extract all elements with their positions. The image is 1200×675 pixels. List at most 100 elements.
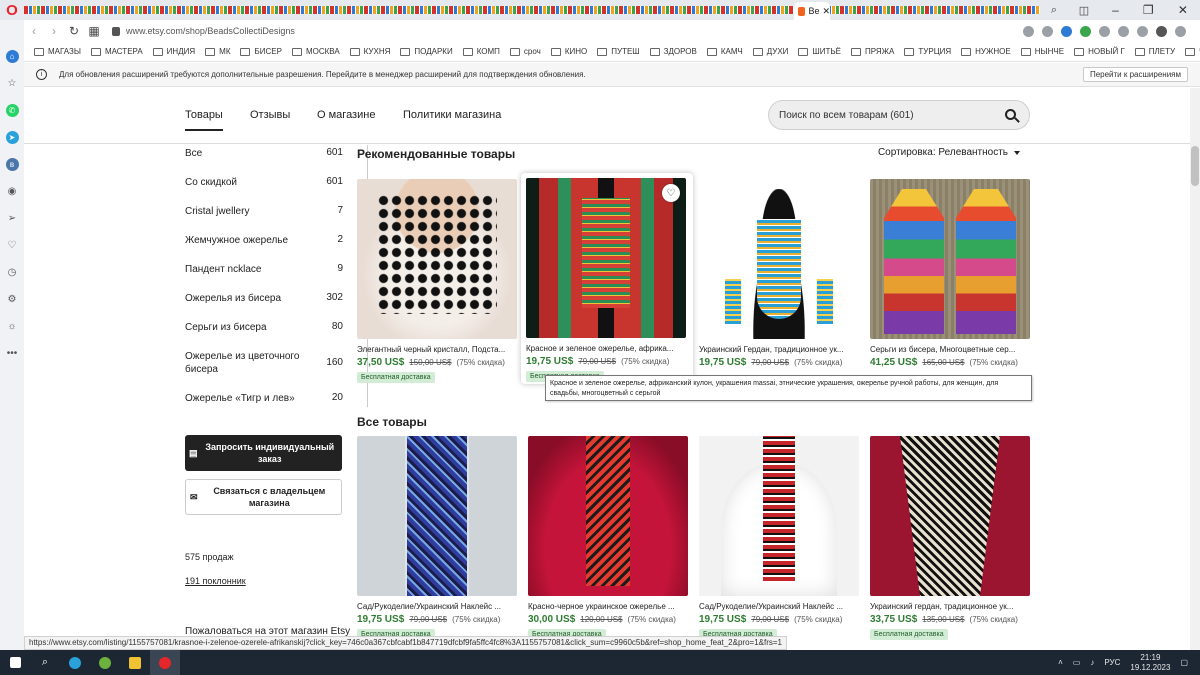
bookmark-folder[interactable]: КОМП <box>462 47 500 56</box>
product-title[interactable]: Красно-черное украинское ожерелье ... <box>528 602 688 611</box>
tab-reviews[interactable]: Отзывы <box>250 109 290 121</box>
windows-start-icon[interactable] <box>0 650 30 675</box>
clock[interactable]: 21:19 19.12.2023 <box>1130 653 1170 673</box>
bookmark-folder[interactable]: НУЖНОЕ <box>961 47 1011 56</box>
settings-icon[interactable]: ⚙ <box>6 293 19 306</box>
product-image[interactable] <box>699 179 859 339</box>
profile-icon[interactable] <box>1156 25 1167 37</box>
product-image[interactable] <box>870 179 1030 339</box>
product-image[interactable] <box>870 436 1030 596</box>
bookmark-folder[interactable]: БИСЕР <box>240 47 282 56</box>
bookmark-folder[interactable]: ШИТЬЁ <box>798 47 841 56</box>
back-icon[interactable]: ‹ <box>24 24 44 38</box>
product-title[interactable]: Красное и зеленое ожерелье, африка... <box>526 344 688 353</box>
bookmark-folder[interactable]: МАГАЗЫ <box>34 47 81 56</box>
language-indicator[interactable]: РУС <box>1104 658 1120 667</box>
send-icon[interactable]: ➢ <box>6 212 19 225</box>
telegram-taskbar-icon[interactable] <box>60 650 90 675</box>
featured-item[interactable]: ♡ Красное и зеленое ожерелье, африка... … <box>521 173 693 384</box>
lightbulb-icon[interactable]: ☼ <box>6 320 19 333</box>
search-icon[interactable]: ⌕ <box>30 650 60 675</box>
tab-favicons[interactable]: Be ✕ <box>24 0 1040 20</box>
volume-icon[interactable]: ♪ <box>1090 658 1094 667</box>
bookmark-folder[interactable]: НОВЫЙ Г <box>1074 47 1125 56</box>
category-item[interactable]: Все 601 <box>185 147 355 160</box>
page-scrollbar[interactable] <box>1190 88 1200 650</box>
product-title[interactable]: Сад/Рукоделие/Украинский Наклейс ... <box>699 602 859 611</box>
bookmark-folder[interactable]: МАСТЕРА <box>90 47 143 56</box>
shop-search-input[interactable]: Поиск по всем товарам (601) <box>768 100 1030 130</box>
category-item[interactable]: Ожерелье «Тигр и лев» 20 <box>185 392 355 405</box>
bookmark-folder[interactable]: МОСКВА <box>291 47 340 56</box>
followers-link[interactable]: 191 поклонник <box>185 576 246 586</box>
product-title[interactable]: Серьги из бисера, Многоцветные сер... <box>870 345 1030 354</box>
home-icon[interactable]: ⌂ <box>5 50 19 63</box>
product-title[interactable]: Украинский гердан, традиционное ук... <box>870 602 1030 611</box>
minimize-icon[interactable]: – <box>1112 3 1119 17</box>
maximize-icon[interactable]: ❐ <box>1143 3 1154 17</box>
custom-order-button[interactable]: ▤ Запросить индивидуальный заказ <box>185 435 342 471</box>
extension-icon[interactable] <box>1099 25 1110 37</box>
extension-icon[interactable] <box>1023 25 1034 37</box>
featured-item[interactable]: Элегантный черный кристалл, Подста... 37… <box>357 179 517 383</box>
contact-owner-button[interactable]: ✉ Связаться с владельцем магазина <box>185 479 342 515</box>
product-image[interactable] <box>357 179 517 339</box>
torrent-icon[interactable] <box>90 650 120 675</box>
more-icon[interactable]: ••• <box>6 347 19 360</box>
featured-item[interactable]: Серьги из бисера, Многоцветные сер... 41… <box>870 179 1030 368</box>
product-title[interactable]: Сад/Рукоделие/Украинский Наклейс ... <box>357 602 517 611</box>
category-item[interactable]: Cristal jwellery 7 <box>185 205 355 218</box>
product-card[interactable]: Украинский гердан, традиционное ук... 33… <box>870 436 1030 640</box>
product-card[interactable]: Сад/Рукоделие/Украинский Наклейс ... 19,… <box>357 436 517 640</box>
tab-policies[interactable]: Политики магазина <box>403 109 501 121</box>
category-item[interactable]: Пандент ncklace 9 <box>185 263 355 276</box>
search-tabs-icon[interactable]: ⌕ <box>1051 4 1057 17</box>
player-icon[interactable]: ◉ <box>6 185 19 198</box>
notifications-icon[interactable]: ▢ <box>1180 658 1188 667</box>
product-title[interactable]: Украинский Гердан, традиционное ук... <box>699 345 859 354</box>
sort-dropdown[interactable]: Сортировка: Релевантность <box>878 147 1020 158</box>
scrollbar-thumb[interactable] <box>1191 146 1199 186</box>
tab-about[interactable]: О магазине <box>317 109 375 121</box>
extension-icon[interactable] <box>1061 25 1072 37</box>
bookmark-folder[interactable]: ПЛЕТУ <box>1134 47 1175 56</box>
network-icon[interactable]: ▭ <box>1073 658 1081 667</box>
telegram-icon[interactable]: ➤ <box>5 131 19 144</box>
product-card[interactable]: Сад/Рукоделие/Украинский Наклейс ... 19,… <box>699 436 859 640</box>
star-icon[interactable]: ☆ <box>6 77 19 90</box>
speed-dial-icon[interactable]: ▦ <box>84 24 104 38</box>
tab-items[interactable]: Товары <box>185 109 223 131</box>
heart-icon[interactable]: ♡ <box>6 239 19 252</box>
search-icon[interactable] <box>1005 109 1016 120</box>
bookmark-folder[interactable]: ДУХИ <box>752 47 788 56</box>
bookmark-folder[interactable]: КИНО <box>550 47 587 56</box>
bookmark-folder[interactable]: сроч <box>509 47 541 56</box>
active-tab[interactable]: Be ✕ <box>794 2 830 20</box>
close-tab-icon[interactable]: ✕ <box>822 6 830 17</box>
product-image[interactable]: ♡ <box>526 178 686 338</box>
category-item[interactable]: Со скидкой 601 <box>185 176 355 189</box>
tray-arrow-icon[interactable]: ˄ <box>1058 658 1063 667</box>
bookmark-folder[interactable]: ЗДОРОВ <box>649 47 697 56</box>
extension-icon[interactable] <box>1080 25 1091 37</box>
extension-icon[interactable] <box>1137 25 1148 37</box>
snapshot-icon[interactable]: ◫ <box>1079 4 1089 17</box>
bookmark-folder[interactable]: ПУТЕШ <box>597 47 640 56</box>
bookmark-folder[interactable]: МК <box>205 47 230 56</box>
vk-icon[interactable]: в <box>5 158 19 171</box>
go-to-extensions-button[interactable]: Перейти к расширениям <box>1082 67 1188 82</box>
product-card[interactable]: Красно-черное украинское ожерелье ... 30… <box>528 436 688 640</box>
forward-icon[interactable]: › <box>44 24 64 38</box>
category-item[interactable]: Жемчужное ожерелье 2 <box>185 234 355 247</box>
whatsapp-icon[interactable]: ✆ <box>5 104 19 117</box>
product-image[interactable] <box>528 436 688 596</box>
bookmark-folder[interactable]: КУХНЯ <box>349 47 390 56</box>
category-item[interactable]: Ожерелье из цветочного бисера 160 <box>185 350 355 376</box>
product-image[interactable] <box>699 436 859 596</box>
bookmark-folder[interactable]: КАМЧ <box>706 47 743 56</box>
easy-setup-icon[interactable] <box>1175 25 1186 37</box>
category-item[interactable]: Серьги из бисера 80 <box>185 321 355 334</box>
bookmark-folder[interactable]: ЧЕХ <box>1185 47 1200 56</box>
category-item[interactable]: Ожерелья из бисера 302 <box>185 292 355 305</box>
opera-taskbar-icon[interactable] <box>150 650 180 675</box>
